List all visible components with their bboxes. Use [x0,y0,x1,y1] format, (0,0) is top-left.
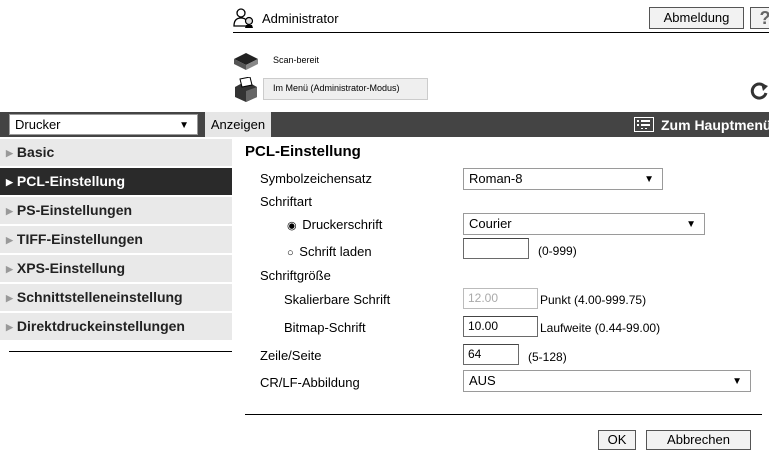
font-size-label: Schriftgröße [260,268,331,283]
download-font-radio[interactable]: ○ Schrift laden [287,244,372,259]
ok-button[interactable]: OK [598,430,636,450]
crlf-select[interactable]: AUS ▼ [463,370,751,392]
sidebar-item-xps[interactable]: ▶ XPS-Einstellung [0,255,232,283]
radio-selected-icon: ◉ [287,220,297,232]
symbol-set-select[interactable]: Roman-8 ▼ [463,168,663,190]
triangle-right-icon: ▶ [6,148,13,158]
main-menu-icon [634,117,654,132]
chevron-down-icon: ▼ [179,120,189,131]
logout-button[interactable]: Abmeldung [649,7,744,29]
sidebar-item-tiff[interactable]: ▶ TIFF-Einstellungen [0,226,232,254]
chevron-down-icon: ▼ [732,376,742,387]
triangle-right-icon: ▶ [6,206,13,216]
refresh-icon[interactable] [748,80,769,102]
triangle-right-icon: ▶ [6,322,13,332]
chevron-down-icon: ▼ [644,174,654,185]
sidebar-item-interface[interactable]: ▶ Schnittstelleneinstellung [0,284,232,312]
form-divider [245,414,762,415]
lines-per-page-label: Zeile/Seite [260,348,322,363]
triangle-right-icon: ▶ [6,293,13,303]
cancel-button[interactable]: Abbrechen [646,430,751,450]
triangle-right-icon: ▶ [6,177,13,187]
user-label: Administrator [262,11,339,26]
chevron-down-icon: ▼ [686,219,696,230]
mode-status-box: Im Menü (Administrator-Modus) [263,78,428,100]
sidebar-divider [9,351,232,352]
scalable-font-label: Skalierbare Schrift [284,292,391,307]
symbol-set-label: Symbolzeichensatz [260,171,372,186]
triangle-right-icon: ▶ [6,235,13,245]
printer-icon [232,76,260,103]
scalable-font-unit: Punkt (4.00-999.75) [540,293,647,307]
printer-font-radio[interactable]: ◉ Druckerschrift [287,217,382,232]
help-button[interactable]: ? [750,7,769,29]
sidebar-item-ps[interactable]: ▶ PS-Einstellungen [0,197,232,225]
sidebar-item-basic[interactable]: ▶ Basic [0,139,232,167]
bitmap-font-input[interactable]: 10.00 [463,316,538,337]
crlf-label: CR/LF-Abbildung [260,375,360,390]
sidebar-item-pcl[interactable]: ▶ PCL-Einstellung [0,168,232,196]
triangle-right-icon: ▶ [6,264,13,274]
download-font-range: (0-999) [538,244,577,258]
lines-per-page-range: (5-128) [528,350,567,364]
download-font-input[interactable] [463,238,529,259]
bitmap-font-label: Bitmap-Schrift [284,320,366,335]
page-title: PCL-Einstellung [245,143,361,160]
radio-unselected-icon: ○ [287,247,294,259]
lines-per-page-input[interactable]: 64 [463,344,519,365]
mode-status: Im Menü (Administrator-Modus) [273,83,400,93]
scalable-font-input[interactable]: 12.00 [463,288,538,309]
font-label: Schriftart [260,194,313,209]
view-button[interactable]: Anzeigen [205,112,271,137]
scanner-status: Scan-bereit [273,55,320,65]
bitmap-font-unit: Laufweite (0.44-99.00) [540,321,661,335]
category-select[interactable]: Drucker ▼ [9,114,198,135]
main-menu-link[interactable]: Zum Hauptmenü [661,117,769,133]
user-icon [233,7,255,29]
scanner-icon [232,50,260,72]
header-divider [233,32,769,33]
printer-font-select[interactable]: Courier ▼ [463,213,705,235]
sidebar-item-direct-print[interactable]: ▶ Direktdruckeinstellungen [0,313,232,341]
